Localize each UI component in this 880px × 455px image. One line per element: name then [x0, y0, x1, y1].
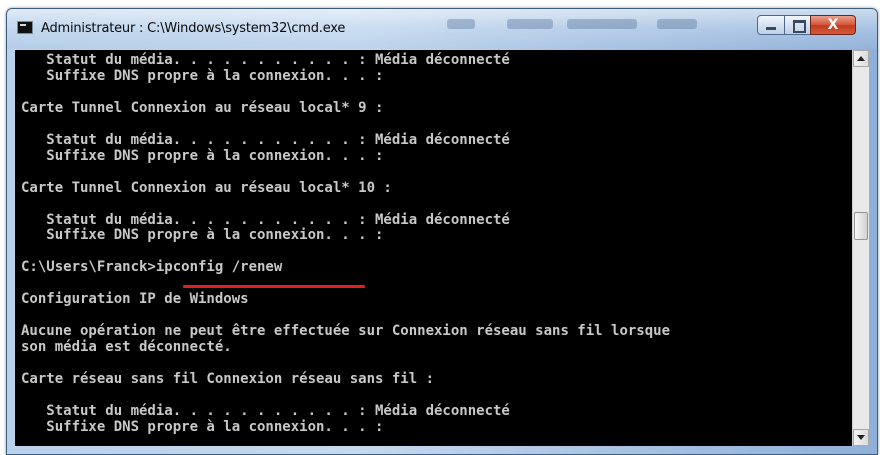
cmd-window: Administrateur : C:\Windows\system32\cmd…: [6, 8, 878, 455]
console-line: Statut du média. . . . . . . . . . . : M…: [21, 402, 510, 419]
cmd-app-icon[interactable]: [17, 21, 33, 34]
title-bar-glass-decor: [507, 19, 553, 29]
console-line: Statut du média. . . . . . . . . . . : M…: [21, 211, 510, 228]
title-bar[interactable]: Administrateur : C:\Windows\system32\cmd…: [7, 9, 877, 49]
console-line: Carte réseau sans fil Connexion réseau s…: [21, 371, 435, 387]
vertical-scrollbar[interactable]: [852, 50, 869, 446]
title-bar-glass-decor: [447, 19, 475, 29]
close-button[interactable]: X: [810, 15, 856, 35]
window-title: Administrateur : C:\Windows\system32\cmd…: [41, 21, 346, 36]
console-line: Statut du média. . . . . . . . . . . : M…: [21, 131, 510, 148]
maximize-button[interactable]: [784, 15, 811, 35]
console-line: Statut du média. . . . . . . . . . . : M…: [21, 52, 510, 68]
title-bar-glass-decor: [567, 19, 637, 29]
console-output[interactable]: Statut du média. . . . . . . . . . . : M…: [15, 50, 852, 446]
console-line: Suffixe DNS propre à la connexion. . . :: [21, 227, 384, 244]
minimize-button[interactable]: [757, 15, 785, 35]
console-line: Suffixe DNS propre à la connexion. . . :: [21, 147, 384, 164]
scroll-up-button[interactable]: [853, 50, 869, 67]
arrow-down-icon: [857, 435, 865, 440]
command-highlight-underline: [183, 285, 365, 288]
console-line: Carte Tunnel Connexion au réseau local* …: [21, 99, 384, 116]
maximize-icon: [793, 20, 806, 33]
close-icon: X: [827, 17, 839, 33]
console-line: Suffixe DNS propre à la connexion. . . :: [21, 67, 384, 84]
console-line: son média est déconnecté.: [21, 339, 232, 356]
console-line: Aucune opération ne peut être effectuée …: [21, 323, 671, 340]
title-bar-glass-decor: [657, 19, 697, 29]
arrow-up-icon: [857, 56, 865, 61]
console-line: C:\Users\Franck>ipconfig /renew: [21, 259, 283, 276]
scrollbar-thumb[interactable]: [854, 212, 868, 240]
scroll-down-button[interactable]: [853, 429, 869, 446]
console-line: Suffixe DNS propre à la connexion. . . :: [21, 418, 384, 435]
console-line: Configuration IP de Windows: [21, 291, 249, 308]
console-line: Carte Tunnel Connexion au réseau local* …: [21, 179, 392, 196]
minimize-icon: [766, 27, 776, 30]
